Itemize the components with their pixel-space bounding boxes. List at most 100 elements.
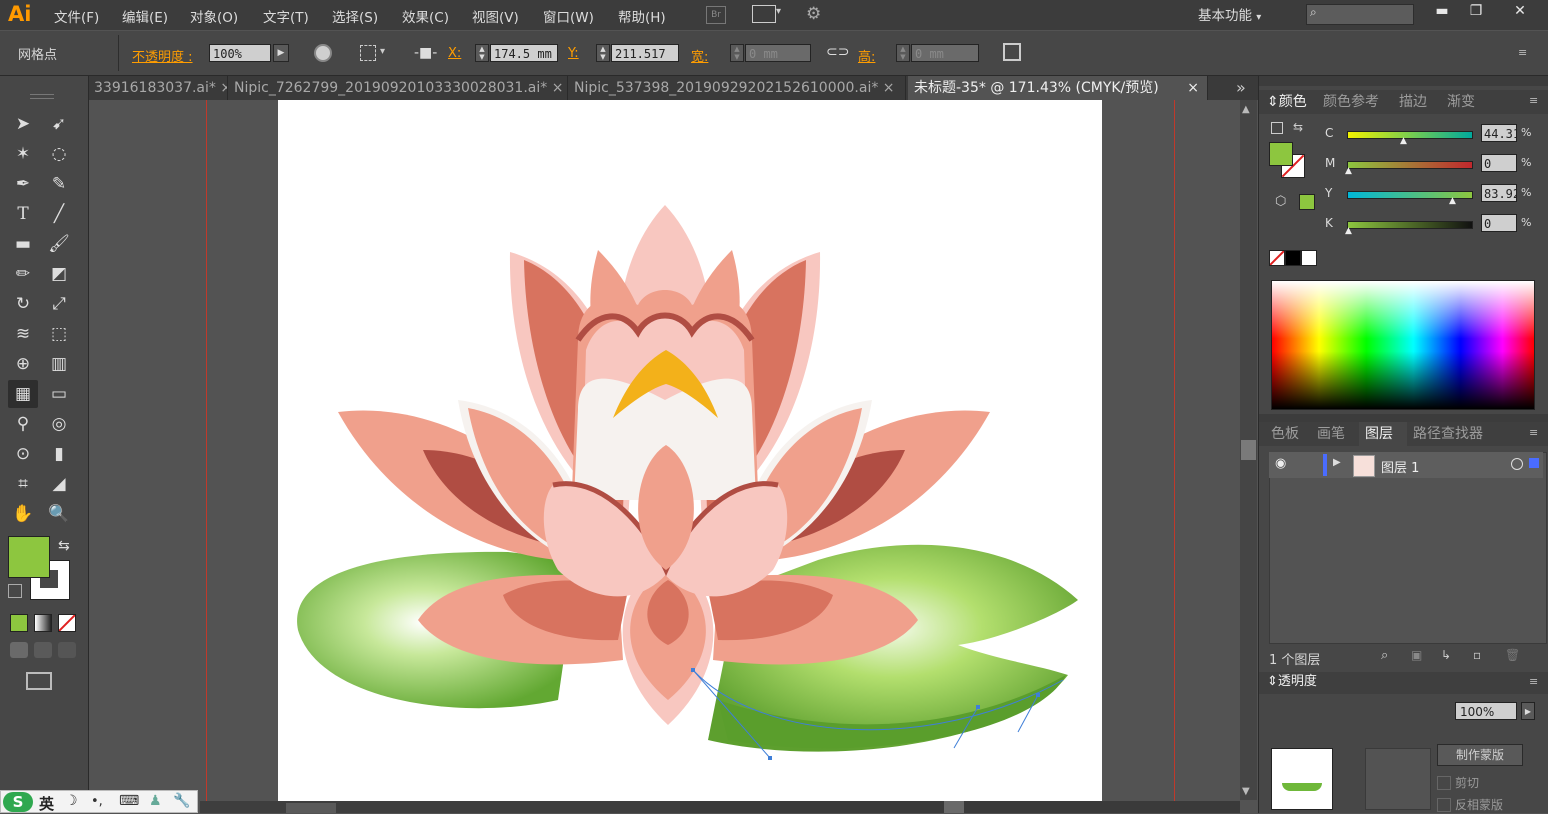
default-fill-stroke-icon[interactable] — [1271, 122, 1283, 134]
channel-slider-c[interactable] — [1347, 131, 1473, 139]
channel-slider-thumb[interactable]: ▲ — [1345, 166, 1352, 176]
new-layer-icon[interactable]: ▫ — [1473, 648, 1481, 662]
tab-transparency[interactable]: ⇕透明度 — [1267, 670, 1317, 694]
line-tool-icon[interactable]: ╱ — [44, 200, 74, 228]
shape-builder-tool-icon[interactable]: ⊕ — [8, 350, 38, 378]
width-tool-icon[interactable]: ≋ — [8, 320, 38, 348]
user-icon[interactable]: ♟ — [149, 793, 162, 809]
scale-tool-icon[interactable]: ⤢ — [44, 290, 74, 318]
tab-layers[interactable]: 图层 — [1365, 422, 1393, 446]
screen-mode-icon[interactable] — [26, 672, 52, 690]
draw-inside-icon[interactable] — [58, 642, 76, 658]
help-search-input[interactable]: ⌕ — [1306, 4, 1414, 25]
opacity-dropdown-icon[interactable]: ▶ — [1521, 702, 1535, 720]
tab-gradient[interactable]: 渐变 — [1447, 90, 1475, 114]
new-sublayer-icon[interactable]: ↳ — [1441, 648, 1451, 662]
channel-value-k[interactable]: 0 — [1481, 214, 1517, 232]
ime-logo[interactable]: S — [3, 792, 33, 812]
blend-tool-icon[interactable]: ◎ — [44, 410, 74, 438]
symbol-sprayer-tool-icon[interactable]: ⊙ — [8, 440, 38, 468]
free-transform-tool-icon[interactable]: ⬚ — [44, 320, 74, 348]
channel-slider-thumb[interactable]: ▲ — [1449, 196, 1456, 206]
eyedropper-tool-icon[interactable]: ⚲ — [8, 410, 38, 438]
locate-object-icon[interactable]: ⌕ — [1381, 648, 1388, 663]
pencil-tool-icon[interactable]: ✏ — [8, 260, 38, 288]
close-button[interactable]: ✕ — [1504, 3, 1536, 25]
gradient-tool-icon[interactable]: ▭ — [44, 380, 74, 408]
artboard-nav-field[interactable] — [286, 803, 336, 813]
swap-colors-icon[interactable]: ⇆ — [1293, 120, 1303, 134]
menu-view[interactable]: 视图(V) — [472, 6, 519, 26]
ime-language[interactable]: 英 — [39, 793, 54, 814]
clipping-mask-icon[interactable]: ▣ — [1411, 648, 1422, 662]
width-stepper-icon[interactable]: ▲ ▼ — [730, 44, 744, 62]
draw-behind-icon[interactable] — [34, 642, 52, 658]
color-spectrum[interactable] — [1271, 280, 1535, 410]
height-field[interactable]: 0 mm — [911, 44, 979, 62]
tab-document-3[interactable]: Nipic_537398_20190929202152610000.ai* × — [568, 76, 906, 100]
color-mode-icon[interactable] — [10, 614, 28, 632]
white-swatch[interactable] — [1301, 250, 1317, 266]
fill-swatch[interactable] — [1269, 142, 1293, 166]
opacity-field[interactable]: 100% — [209, 44, 271, 62]
panel-menu-icon[interactable]: ≡ — [1529, 94, 1538, 107]
artboard[interactable] — [278, 100, 1102, 801]
none-swatch[interactable] — [1269, 250, 1285, 266]
tab-color-guide[interactable]: 颜色参考 — [1323, 90, 1379, 114]
fill-swatch[interactable] — [8, 536, 50, 578]
make-mask-button[interactable]: 制作蒙版 — [1437, 744, 1523, 766]
punctuation-icon[interactable]: •, — [91, 794, 103, 809]
column-graph-tool-icon[interactable]: ▮ — [44, 440, 74, 468]
rotate-tool-icon[interactable]: ↻ — [8, 290, 38, 318]
tab-document-2[interactable]: Nipic_7262799_20190920103330028031.ai* × — [228, 76, 568, 100]
expand-arrow-icon[interactable]: ▶ — [1333, 457, 1341, 468]
menu-window[interactable]: 窗口(W) — [543, 6, 594, 26]
web-safe-color-swatch[interactable] — [1299, 194, 1315, 210]
hand-tool-icon[interactable]: ✋ — [8, 500, 38, 528]
default-colors-icon[interactable] — [8, 584, 22, 598]
chart-tool-icon[interactable]: ▥ — [44, 350, 74, 378]
channel-slider-thumb[interactable]: ▲ — [1400, 136, 1407, 146]
menu-type[interactable]: 文字(T) — [263, 6, 309, 26]
tab-color[interactable]: ⇕颜色 — [1267, 90, 1307, 114]
tab-document-1[interactable]: 33916183037.ai* × — [88, 76, 228, 100]
bridge-icon[interactable]: Br — [706, 6, 726, 24]
wrench-icon[interactable]: 🔧 — [173, 793, 190, 809]
channel-value-m[interactable]: 0 — [1481, 154, 1517, 172]
curvature-tool-icon[interactable]: ✎ — [44, 170, 74, 198]
artboard-tool-icon[interactable]: ⌗ — [8, 470, 38, 498]
link-icon[interactable]: ⊂⊃ — [826, 44, 849, 60]
selection-tool-icon[interactable]: ➤ — [8, 110, 38, 138]
arrange-chevron-icon[interactable]: ▾ — [776, 6, 781, 17]
vertical-scrollbar[interactable]: ▲ ▼ — [1240, 100, 1257, 800]
paintbrush-tool-icon[interactable]: 🖌 — [44, 230, 74, 258]
x-field[interactable]: 174.5 mm — [490, 44, 558, 62]
mesh-tool-icon[interactable]: ▦ — [8, 380, 38, 408]
lasso-tool-icon[interactable]: ◌ — [44, 140, 74, 168]
eraser-tool-icon[interactable]: ◩ — [44, 260, 74, 288]
menu-file[interactable]: 文件(F) — [54, 6, 99, 26]
tab-document-active[interactable]: 未标题-35* @ 171.43% (CMYK/预览) × — [908, 76, 1208, 100]
close-icon[interactable]: × — [220, 80, 227, 96]
tab-swatches[interactable]: 色板 — [1271, 422, 1299, 446]
recolor-icon[interactable] — [314, 44, 332, 62]
pen-tool-icon[interactable]: ✒ — [8, 170, 38, 198]
zoom-tool-icon[interactable]: 🔍 — [44, 500, 74, 528]
keyboard-icon[interactable]: ⌨ — [119, 793, 139, 809]
menu-edit[interactable]: 编辑(E) — [122, 6, 168, 26]
y-stepper-icon[interactable]: ▲ ▼ — [596, 44, 610, 62]
y-field[interactable]: 211.517 r — [611, 44, 679, 62]
channel-value-c[interactable]: 44.31 — [1481, 124, 1517, 142]
visibility-eye-icon[interactable]: ◉ — [1275, 456, 1286, 471]
arrange-documents-icon[interactable] — [752, 5, 776, 23]
swap-colors-icon[interactable]: ⇆ — [58, 538, 70, 554]
panel-menu-icon[interactable]: ≡ — [1518, 46, 1527, 59]
selection-indicator-icon[interactable] — [1529, 458, 1539, 468]
horizontal-scroll-thumb[interactable] — [944, 801, 964, 813]
menu-effect[interactable]: 效果(C) — [402, 6, 449, 26]
height-stepper-icon[interactable]: ▲ ▼ — [896, 44, 910, 62]
magic-wand-tool-icon[interactable]: ✶ — [8, 140, 38, 168]
menu-object[interactable]: 对象(O) — [190, 6, 238, 26]
gradient-mode-icon[interactable] — [34, 614, 52, 632]
close-icon[interactable]: × — [1187, 76, 1199, 100]
